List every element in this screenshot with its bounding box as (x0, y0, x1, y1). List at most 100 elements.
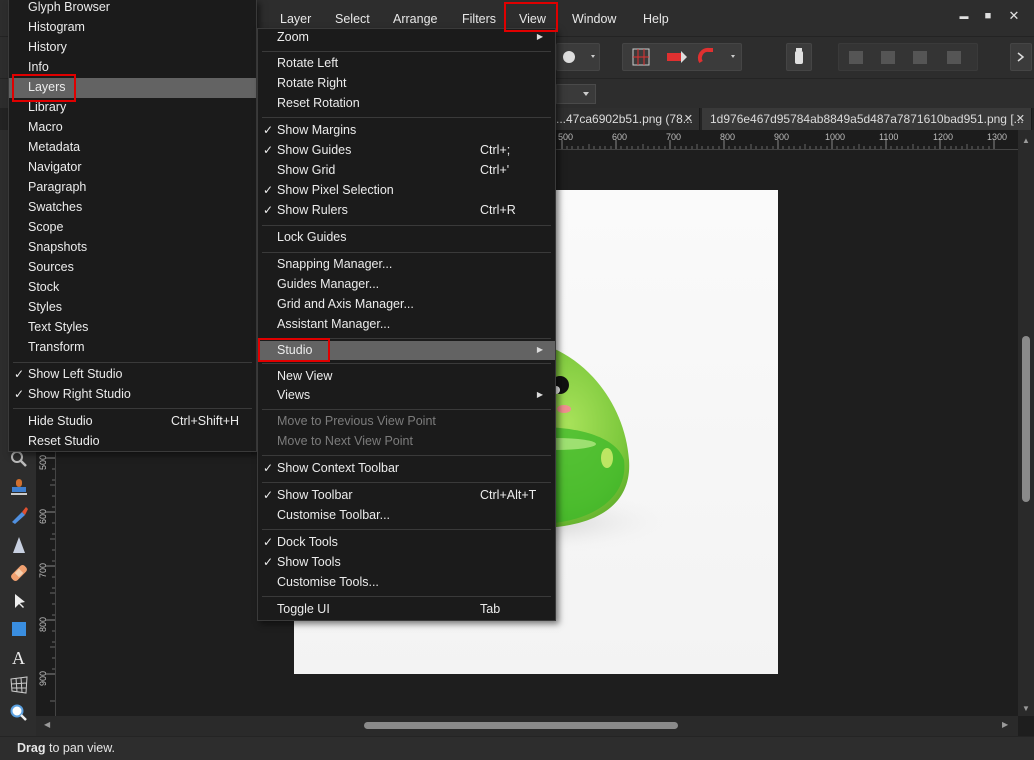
zoom-tool[interactable] (8, 702, 30, 724)
lock-guides-item[interactable]: Lock Guides (258, 228, 555, 248)
quick-mask-button[interactable] (786, 43, 812, 71)
show-margins-item[interactable]: ✓ Show Margins (258, 121, 555, 141)
maximize-icon[interactable]: ■ (978, 6, 998, 26)
check-icon: ✓ (263, 183, 274, 197)
menu-separator (262, 529, 551, 530)
studio-item-text-styles[interactable]: Text Styles (9, 318, 256, 338)
scroll-left-icon[interactable]: ◀ (44, 720, 50, 729)
studio-item-stock[interactable]: Stock (9, 278, 256, 298)
menu-select[interactable]: Select (335, 10, 370, 28)
minimize-icon[interactable]: ▬ (954, 6, 974, 26)
clone-stamp-tool[interactable] (8, 476, 30, 498)
menu-layer[interactable]: Layer (280, 10, 311, 28)
close-icon[interactable]: ✕ (1004, 6, 1024, 26)
toggle-ui-item[interactable]: Toggle UI Tab (258, 600, 555, 620)
studio-item-layers[interactable]: Layers (9, 78, 256, 98)
ruler-label: 1000 (825, 132, 846, 142)
show-guides-item[interactable]: ✓ Show Guides Ctrl+; (258, 141, 555, 161)
move-prev-view-point-item[interactable]: Move to Previous View Point (258, 412, 555, 432)
show-left-studio-item[interactable]: ✓ Show Left Studio (9, 365, 256, 385)
tab-close-icon[interactable]: ✕ (684, 108, 693, 130)
studio-item-info[interactable]: Info (9, 58, 256, 78)
menu-help[interactable]: Help (643, 10, 669, 28)
ruler-label: 500 (558, 132, 574, 142)
studio-item-library[interactable]: Library (9, 98, 256, 118)
magnet-icon (697, 47, 713, 64)
menu-separator (262, 482, 551, 483)
studio-item-paragraph[interactable]: Paragraph (9, 178, 256, 198)
horizontal-scrollbar[interactable]: ◀ ▶ (36, 716, 1018, 736)
studio-item-history[interactable]: History (9, 38, 256, 58)
rotate-left-item[interactable]: Rotate Left (258, 54, 555, 74)
menu-arrange[interactable]: Arrange (393, 10, 437, 28)
vertical-scroll-thumb[interactable] (1022, 336, 1030, 502)
vertical-scrollbar[interactable]: ▲ ▼ (1018, 130, 1034, 716)
ruler-label: 1200 (933, 132, 954, 142)
healing-brush-tool[interactable] (8, 562, 30, 584)
menu-view[interactable]: View (519, 10, 546, 28)
zoom-item[interactable]: Zoom ▶ (258, 28, 555, 48)
views-item[interactable]: Views ▶ (258, 386, 555, 406)
menu-window[interactable]: Window (572, 10, 616, 28)
scroll-up-icon[interactable]: ▲ (1022, 136, 1030, 145)
show-right-studio-item[interactable]: ✓ Show Right Studio (9, 385, 256, 405)
horizontal-scroll-thumb[interactable] (364, 722, 678, 729)
rotate-right-item[interactable]: Rotate Right (258, 74, 555, 94)
ruler-label: 800 (720, 132, 736, 142)
submenu-arrow-icon: ▶ (536, 390, 543, 399)
studio-item-sources[interactable]: Sources (9, 258, 256, 278)
reset-studio-item[interactable]: Reset Studio (9, 432, 256, 452)
studio-item-swatches[interactable]: Swatches (9, 198, 256, 218)
show-toolbar-item[interactable]: ✓ Show Toolbar Ctrl+Alt+T (258, 486, 555, 506)
show-pixel-selection-item[interactable]: ✓ Show Pixel Selection (258, 181, 555, 201)
show-grid-item[interactable]: Show Grid Ctrl+' (258, 161, 555, 181)
scroll-down-icon[interactable]: ▼ (1022, 704, 1030, 713)
dodge-tool[interactable] (8, 534, 30, 556)
document-tab-active[interactable]: 1d976e467d95784ab8849a5d487a7871610bad95… (702, 108, 1032, 130)
hide-studio-item[interactable]: Hide Studio Ctrl+Shift+H (9, 412, 256, 432)
context-dropdown[interactable] (556, 84, 596, 104)
grid-axis-manager-item[interactable]: Grid and Axis Manager... (258, 295, 555, 315)
show-rulers-item[interactable]: ✓ Show Rulers Ctrl+R (258, 201, 555, 221)
document-tab[interactable]: ...47ca6902b51.png (78... ✕ (548, 108, 700, 130)
studio-item-macro[interactable]: Macro (9, 118, 256, 138)
studio-item-histogram[interactable]: Histogram (9, 18, 256, 38)
shortcut-label: Ctrl+Shift+H (171, 414, 240, 428)
toolbar-overflow-button[interactable] (1010, 43, 1032, 71)
studio-item-scope[interactable]: Scope (9, 218, 256, 238)
studio-item[interactable]: Studio ▶ (258, 341, 555, 360)
guides-manager-item[interactable]: Guides Manager... (258, 275, 555, 295)
brush-shape-button[interactable] (556, 43, 600, 71)
boolean-operations[interactable] (838, 43, 978, 71)
studio-item-navigator[interactable]: Navigator (9, 158, 256, 178)
studio-item-snapshots[interactable]: Snapshots (9, 238, 256, 258)
customise-tools-item[interactable]: Customise Tools... (258, 573, 555, 593)
customise-toolbar-item[interactable]: Customise Toolbar... (258, 506, 555, 526)
mesh-warp-tool[interactable] (8, 674, 30, 696)
assistant-manager-item[interactable]: Assistant Manager... (258, 315, 555, 335)
ruler-label: 600 (612, 132, 628, 142)
brush-tool[interactable] (8, 504, 30, 526)
menu-filters[interactable]: Filters (462, 10, 496, 28)
rectangle-tool[interactable] (8, 618, 30, 640)
move-next-view-point-item[interactable]: Move to Next View Point (258, 432, 555, 452)
snapping-manager-item[interactable]: Snapping Manager... (258, 255, 555, 275)
check-icon: ✓ (263, 461, 274, 475)
tab-close-icon[interactable]: ✕ (1016, 108, 1025, 130)
tab-title: 1d976e467d95784ab8849a5d487a7871610bad95… (710, 112, 1024, 126)
menu-separator (262, 51, 551, 52)
move-tool[interactable] (8, 590, 30, 612)
show-tools-item[interactable]: ✓ Show Tools (258, 553, 555, 573)
studio-item-metadata[interactable]: Metadata (9, 138, 256, 158)
studio-item-transform[interactable]: Transform (9, 338, 256, 358)
text-tool[interactable]: A (8, 646, 30, 668)
new-view-item[interactable]: New View (258, 367, 555, 387)
dock-tools-item[interactable]: ✓ Dock Tools (258, 533, 555, 553)
check-icon: ✓ (263, 203, 274, 217)
studio-item-glyph-browser[interactable]: Glyph Browser (9, 0, 256, 18)
snapping-controls[interactable] (622, 43, 742, 71)
scroll-right-icon[interactable]: ▶ (1002, 720, 1008, 729)
reset-rotation-item[interactable]: Reset Rotation (258, 94, 555, 114)
show-context-toolbar-item[interactable]: ✓ Show Context Toolbar (258, 459, 555, 479)
studio-item-styles[interactable]: Styles (9, 298, 256, 318)
